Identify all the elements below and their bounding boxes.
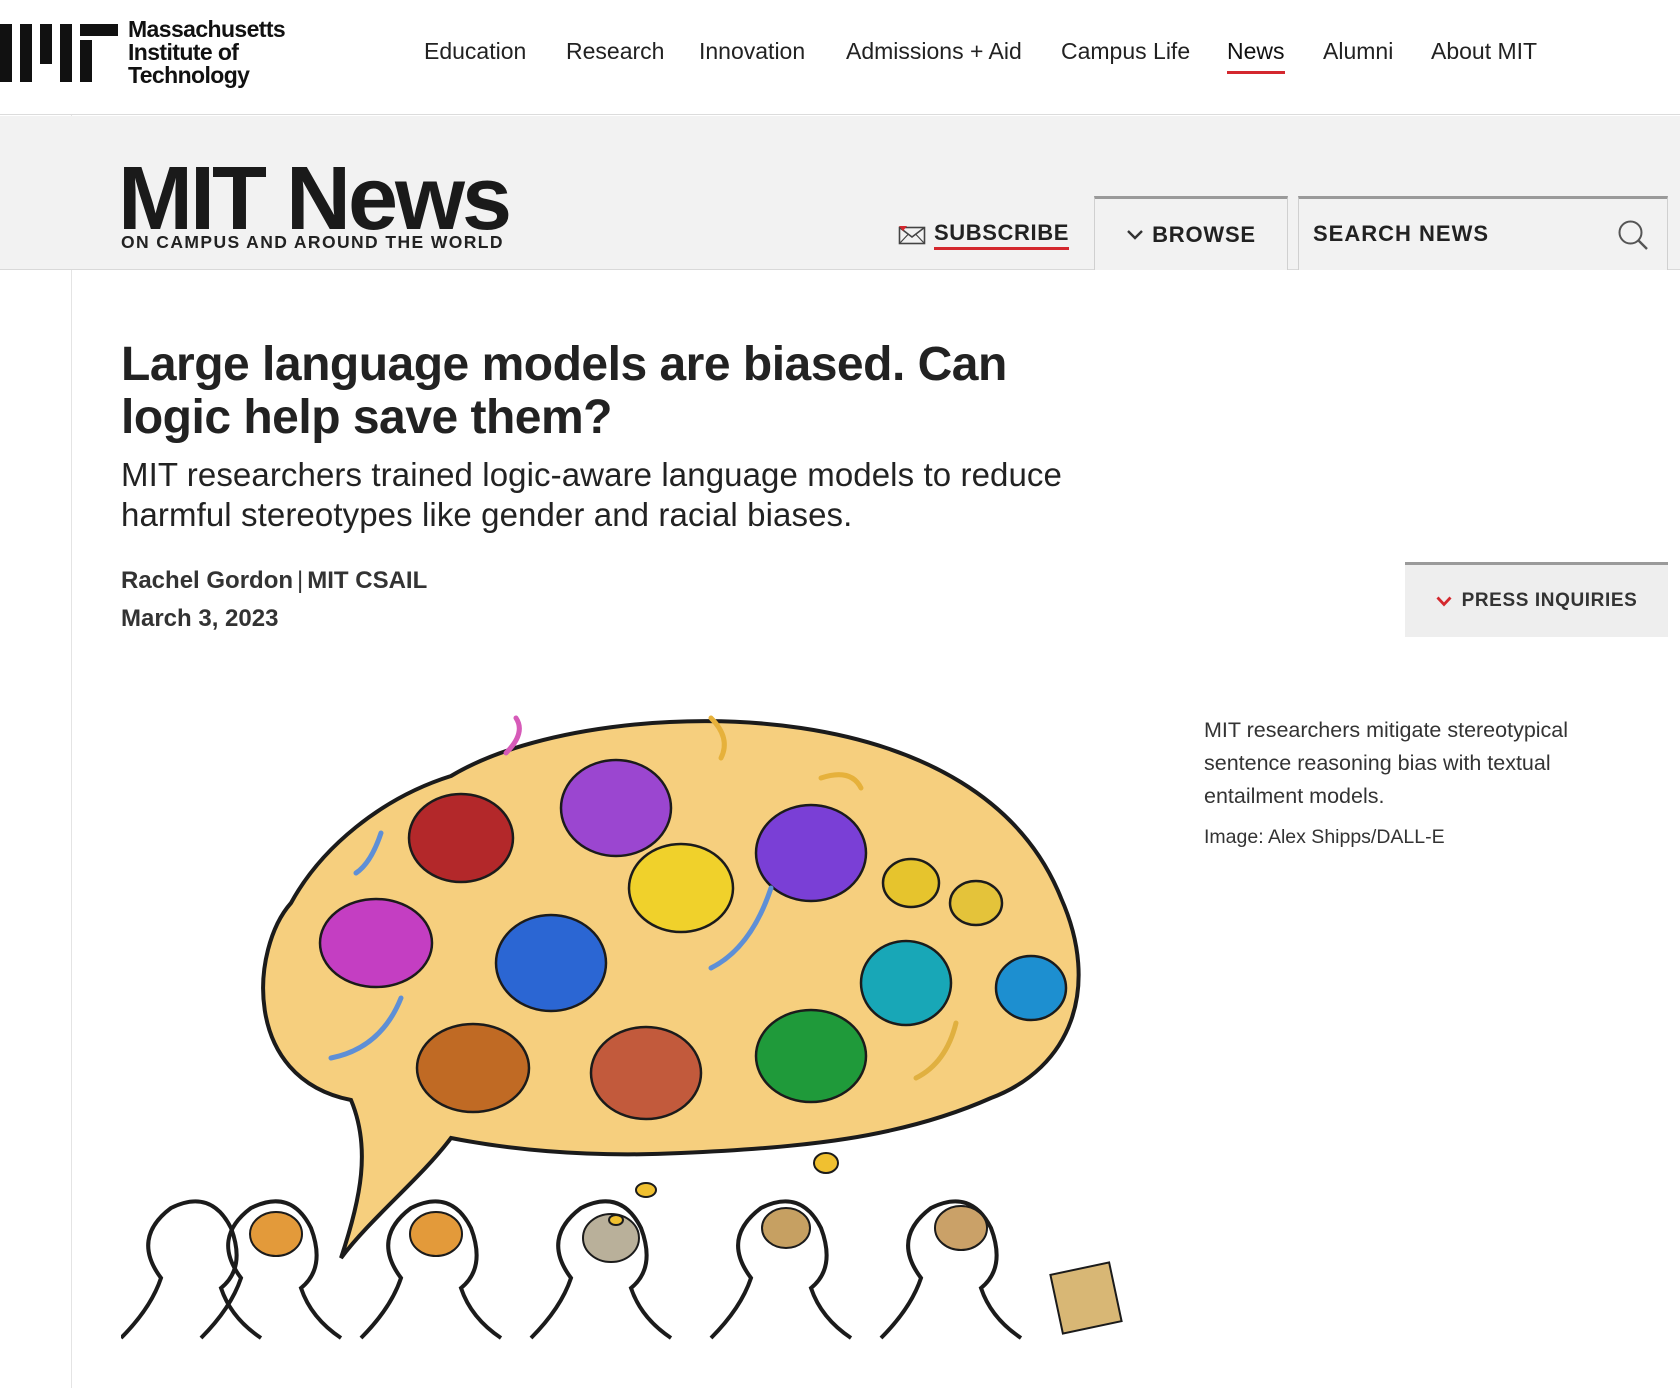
browse-label: BROWSE [1152,221,1256,247]
news-tagline: ON CAMPUS AND AROUND THE WORLD [121,232,504,252]
byline: Rachel Gordon | MIT CSAIL [121,567,427,595]
subscribe-label: SUBSCRIBE [934,220,1069,250]
envelope-icon [898,226,926,245]
institute-name-line: Technology [128,62,250,88]
brain-speech-bubble-illustration [121,715,1123,1340]
search-box [1298,196,1668,270]
nav-item-innovation[interactable]: Innovation [699,38,805,65]
search-input[interactable] [1313,217,1603,251]
image-credit: Image: Alex Shipps/DALL-E [1204,826,1445,848]
nav-item-alumni[interactable]: Alumni [1323,38,1393,65]
browse-button[interactable]: BROWSE [1094,196,1288,270]
nav-item-about-mit[interactable]: About MIT [1431,38,1537,65]
site-header: Massachusetts Institute of Technology Ed… [0,0,1680,115]
institute-name[interactable]: Massachusetts Institute of Technology [128,16,286,88]
article-dek: MIT researchers trained logic-aware lang… [121,456,1062,533]
subscribe-link[interactable]: SUBSCRIBE [898,220,1069,250]
institute-name-line: Institute of [128,39,239,65]
chevron-down-icon [1436,596,1452,607]
article-image[interactable] [121,698,1157,1355]
nav-item-admissions-aid[interactable]: Admissions + Aid [846,38,1022,65]
author-link[interactable]: Rachel Gordon [121,567,293,594]
byline-separator: | [297,567,304,594]
mit-logo[interactable] [0,20,120,84]
publication-date: March 3, 2023 [121,605,279,632]
nav-item-campus-life[interactable]: Campus Life [1061,38,1190,65]
article-headline: Large language models are biased. Can lo… [121,338,1007,444]
nav-item-research[interactable]: Research [566,38,664,65]
news-title[interactable]: MIT News [118,154,512,244]
nav-item-news[interactable]: News [1227,38,1285,74]
press-inquiries-button[interactable]: PRESS INQUIRIES [1405,562,1668,637]
institute-name-line: Massachusetts [128,16,286,42]
chevron-down-icon [1127,229,1143,240]
nav-item-education[interactable]: Education [424,38,526,65]
affiliation-link[interactable]: MIT CSAIL [307,567,427,594]
search-icon[interactable] [1617,219,1649,251]
news-header-band: MIT News ON CAMPUS AND AROUND THE WORLD … [0,116,1680,270]
press-inquiries-label: PRESS INQUIRIES [1461,590,1638,611]
image-caption: MIT researchers mitigate stereotypical s… [1204,718,1569,808]
